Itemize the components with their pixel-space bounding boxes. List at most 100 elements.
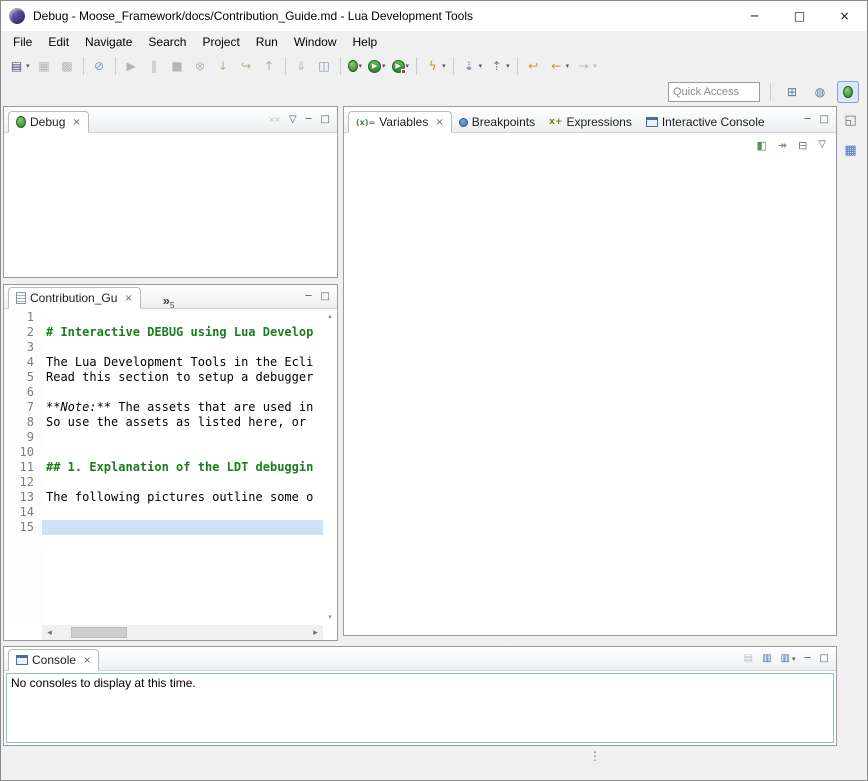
editor-tab-overflow-chevron[interactable]: » 5 bbox=[163, 294, 175, 308]
maximize-view-icon[interactable]: □ bbox=[321, 292, 330, 302]
tab-breakpoints[interactable]: Breakpoints bbox=[452, 111, 542, 133]
menu-project[interactable]: Project bbox=[194, 32, 247, 52]
scrollbar-thumb[interactable] bbox=[71, 627, 127, 638]
terminate-button[interactable]: ■ bbox=[166, 55, 189, 77]
scroll-right-icon[interactable]: ▸ bbox=[308, 628, 323, 638]
restore-view-icon[interactable]: ◱ bbox=[840, 110, 862, 130]
line-number: 13 bbox=[4, 490, 34, 505]
chevron-down-icon[interactable]: ▾ bbox=[479, 62, 483, 70]
menu-search[interactable]: Search bbox=[140, 32, 194, 52]
tab-editor-contribution-guide[interactable]: Contribution_Gu × bbox=[8, 287, 141, 309]
skip-all-breakpoints-button[interactable]: ⊘ bbox=[88, 55, 111, 77]
tab-expressions[interactable]: x+ Expressions bbox=[542, 111, 639, 133]
step-over-button[interactable]: ↪ bbox=[235, 55, 258, 77]
line-number: 7 bbox=[4, 400, 34, 415]
editor-line bbox=[42, 385, 323, 400]
menu-file[interactable]: File bbox=[5, 32, 40, 52]
menu-window[interactable]: Window bbox=[286, 32, 345, 52]
menu-help[interactable]: Help bbox=[345, 32, 386, 52]
code-segment: Read this section to setup a debugger bbox=[46, 370, 313, 384]
minimize-view-icon[interactable]: ─ bbox=[805, 115, 811, 125]
debug-view-content[interactable] bbox=[4, 133, 337, 277]
new-wizard-button[interactable]: ▤ ▾ bbox=[5, 55, 33, 77]
minimize-view-icon[interactable]: ─ bbox=[306, 115, 312, 125]
step-return-button[interactable]: ↑ bbox=[258, 55, 281, 77]
code-area[interactable]: # Interactive DEBUG using Lua DevelopThe… bbox=[42, 309, 323, 624]
tab-console[interactable]: Console × bbox=[8, 649, 99, 671]
collapse-all-icon[interactable]: ⊟ bbox=[798, 139, 807, 152]
last-edit-location-button[interactable]: ↩ bbox=[522, 55, 545, 77]
menu-navigate[interactable]: Navigate bbox=[77, 32, 140, 52]
chevron-down-icon[interactable]: ▾ bbox=[359, 62, 363, 70]
view-menu-icon[interactable]: ▽ bbox=[818, 140, 826, 150]
vertical-scrollbar[interactable]: ▴ ▾ bbox=[323, 309, 337, 624]
minimized-view-icon[interactable]: ▦ bbox=[840, 140, 862, 160]
previous-annotation-button[interactable]: ⇡ ▾ bbox=[485, 55, 513, 77]
chevron-down-icon[interactable]: ▾ bbox=[382, 62, 386, 70]
chevron-down-icon[interactable]: ▾ bbox=[442, 62, 446, 70]
debug-perspective-button[interactable] bbox=[837, 81, 859, 103]
suspend-button[interactable]: ‖ bbox=[143, 55, 166, 77]
close-icon[interactable]: × bbox=[124, 293, 132, 304]
menu-edit[interactable]: Edit bbox=[40, 32, 77, 52]
use-step-filters-button[interactable]: ◫ bbox=[313, 55, 336, 77]
close-icon[interactable]: × bbox=[435, 117, 443, 128]
variables-content[interactable] bbox=[344, 157, 836, 635]
minimize-view-icon[interactable]: ─ bbox=[805, 654, 811, 664]
back-button[interactable]: ← ▾ bbox=[545, 55, 573, 77]
save-all-button[interactable]: ▩ bbox=[56, 55, 79, 77]
disconnect-button[interactable]: ⊗ bbox=[189, 55, 212, 77]
remove-all-terminated-icon[interactable]: ×× bbox=[268, 116, 279, 124]
open-console-icon[interactable]: ▥ bbox=[781, 654, 790, 664]
close-icon[interactable]: × bbox=[72, 117, 80, 128]
line-number-ruler[interactable]: 123456789101112131415 bbox=[4, 309, 42, 624]
horizontal-scrollbar[interactable]: ◂ ▸ bbox=[42, 625, 323, 640]
tab-label: Contribution_Gu bbox=[30, 291, 117, 305]
forward-button[interactable]: → ▾ bbox=[572, 55, 600, 77]
console-text-area[interactable]: No consoles to display at this time. bbox=[6, 673, 834, 743]
close-icon[interactable]: × bbox=[83, 655, 91, 666]
maximize-view-icon[interactable]: □ bbox=[820, 654, 829, 664]
tab-interactive-console[interactable]: Interactive Console bbox=[639, 111, 772, 133]
debug-button[interactable]: ▾ bbox=[345, 55, 366, 77]
chevron-down-icon[interactable]: ▾ bbox=[506, 62, 510, 70]
chevron-down-icon[interactable]: ▾ bbox=[406, 62, 410, 70]
pin-console-icon[interactable]: ▤ bbox=[744, 654, 753, 664]
scrollbar-track[interactable] bbox=[57, 625, 308, 640]
chevron-down-icon[interactable]: ▾ bbox=[566, 62, 570, 70]
minimize-view-icon[interactable]: ─ bbox=[306, 292, 312, 302]
show-type-names-icon[interactable]: ◧ bbox=[756, 139, 766, 152]
save-all-icon: ▩ bbox=[59, 58, 76, 75]
next-annotation-button[interactable]: ⇣ ▾ bbox=[458, 55, 486, 77]
drop-to-frame-button[interactable]: ⇓ bbox=[290, 55, 313, 77]
tab-debug-view[interactable]: Debug × bbox=[8, 111, 89, 133]
editor-line: ## 1. Explanation of the LDT debuggin bbox=[42, 460, 323, 475]
menu-run[interactable]: Run bbox=[248, 32, 286, 52]
scroll-down-icon[interactable]: ▾ bbox=[328, 613, 332, 621]
lua-perspective-button[interactable]: ◍ bbox=[809, 81, 831, 103]
open-perspective-button[interactable]: ⊞ bbox=[781, 81, 803, 103]
display-selected-console-icon[interactable]: ▥ bbox=[762, 654, 771, 664]
step-into-button[interactable]: ↓ bbox=[212, 55, 235, 77]
external-tools-button[interactable]: ϟ ▾ bbox=[421, 55, 449, 77]
sash-drag-handle[interactable]: ⋮ bbox=[589, 749, 601, 763]
quick-access-input[interactable] bbox=[668, 82, 760, 102]
tab-variables[interactable]: (x)= Variables × bbox=[348, 111, 452, 133]
chevron-down-icon[interactable]: ▾ bbox=[792, 655, 796, 663]
run-button[interactable]: ▶ ▾ bbox=[365, 55, 389, 77]
maximize-view-icon[interactable]: □ bbox=[321, 115, 330, 125]
view-menu-icon[interactable]: ▽ bbox=[289, 115, 297, 125]
close-window-icon[interactable]: × bbox=[822, 1, 867, 31]
resume-button[interactable]: ▶ bbox=[120, 55, 143, 77]
maximize-window-icon[interactable]: □ bbox=[777, 1, 822, 31]
save-button[interactable]: ▦ bbox=[33, 55, 56, 77]
maximize-view-icon[interactable]: □ bbox=[820, 115, 829, 125]
chevron-down-icon[interactable]: ▾ bbox=[593, 62, 597, 70]
line-number: 8 bbox=[4, 415, 34, 430]
minimize-window-icon[interactable]: ─ bbox=[732, 1, 777, 31]
scroll-up-icon[interactable]: ▴ bbox=[328, 312, 332, 320]
show-logical-structures-icon[interactable]: ↠ bbox=[778, 139, 787, 152]
scroll-left-icon[interactable]: ◂ bbox=[42, 628, 57, 638]
coverage-button[interactable]: ▶ ▾ bbox=[389, 55, 413, 77]
chevron-down-icon[interactable]: ▾ bbox=[26, 62, 30, 70]
